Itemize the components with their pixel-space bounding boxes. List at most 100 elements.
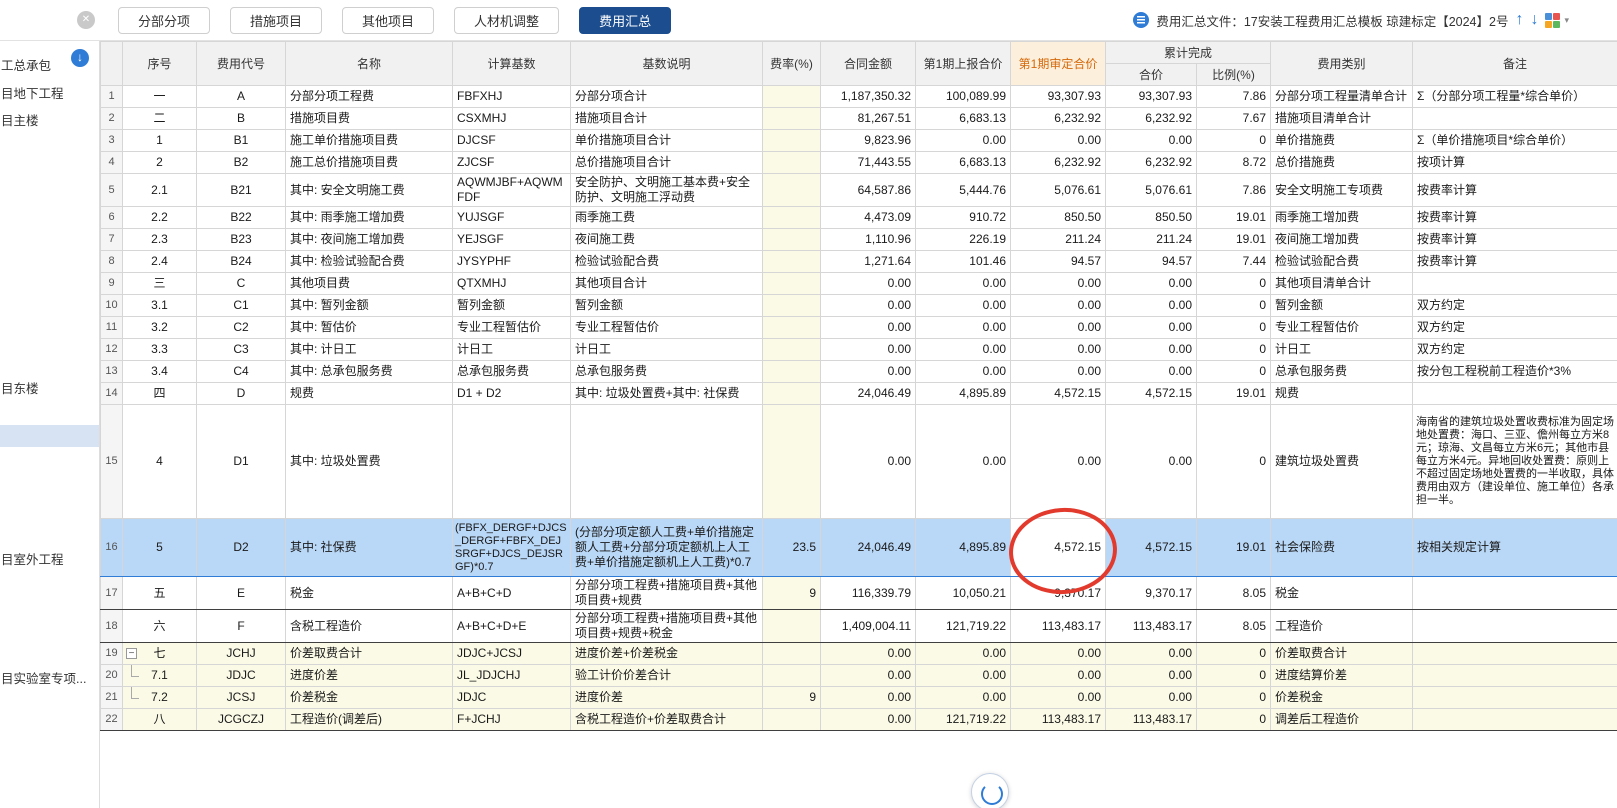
cell-bl[interactable]: 0 [1195,404,1272,519]
cell-bl[interactable]: 0 [1195,360,1272,383]
cell-htje[interactable]: 24,046.49 [820,518,916,577]
cell-jsjs[interactable]: A+B+C+D+E [452,609,571,643]
cell-sb[interactable]: 121,719.22 [915,609,1011,643]
col-header-jishushuoming[interactable]: 基数说明 [570,41,763,86]
cell-htje[interactable]: 1,110.96 [820,228,916,251]
cell-jsjs[interactable]: YUJSGF [452,206,571,229]
cell-bl[interactable]: 0 [1195,272,1272,295]
cell-fl[interactable] [762,228,821,251]
cell-jssm[interactable]: 检验试验配合费 [570,250,763,273]
cell-mc[interactable]: 含税工程造价 [285,609,453,643]
cell-dh[interactable]: C [196,272,286,295]
cell-bl[interactable]: 8.72 [1195,151,1272,174]
cell-num[interactable]: 13 [100,360,123,383]
cell-xh[interactable]: 二 [122,107,197,130]
cell-sb[interactable]: 0.00 [915,404,1011,519]
cell-bz[interactable] [1412,609,1617,643]
cell-sd[interactable]: 4,572.15 [1010,518,1106,577]
floating-button[interactable] [971,773,1009,808]
cell-xh[interactable]: 八 [122,708,197,731]
cell-lb[interactable]: 调差后工程造价 [1270,708,1414,731]
cell-xh[interactable]: 四 [122,382,197,405]
cell-sd[interactable]: 113,483.17 [1010,609,1106,643]
cell-sd[interactable]: 0.00 [1010,294,1106,317]
cell-sb[interactable]: 0.00 [915,316,1011,339]
cell-htje[interactable]: 0.00 [820,294,916,317]
cell-fl[interactable] [762,382,821,405]
cell-htje[interactable]: 9,823.96 [820,129,916,152]
cell-hj[interactable]: 0.00 [1105,686,1197,709]
cell-sd[interactable]: 5,076.61 [1010,173,1106,207]
tab-feiyonghuizong[interactable]: 费用汇总 [579,7,672,34]
tab-cuoshixiangmu[interactable]: 措施项目 [230,7,323,34]
cell-fl[interactable] [762,250,821,273]
cell-jssm[interactable]: 计日工 [570,338,763,361]
cell-bz[interactable]: Σ（单价措施项目*综合单价） [1412,129,1617,152]
cell-sb[interactable]: 0.00 [915,338,1011,361]
cell-dh[interactable]: JDJC [196,664,286,687]
cell-num[interactable]: 1 [100,85,123,108]
cell-bl[interactable]: 7.67 [1195,107,1272,130]
cell-mc[interactable]: 其他项目费 [285,272,453,295]
cell-mc[interactable]: 规费 [285,382,453,405]
cell-sd[interactable]: 0.00 [1010,686,1106,709]
cell-jsjs[interactable]: A+B+C+D [452,576,571,610]
cell-sb[interactable]: 4,895.89 [915,382,1011,405]
cell-htje[interactable]: 1,187,350.32 [820,85,916,108]
col-header-hejia[interactable]: 合价 [1105,63,1197,86]
cell-dh[interactable]: A [196,85,286,108]
cell-fl[interactable]: 9 [762,686,821,709]
cell-dh[interactable]: B [196,107,286,130]
cell-mc[interactable]: 其中: 暂列金额 [285,294,453,317]
cell-dh[interactable]: C4 [196,360,286,383]
cell-htje[interactable]: 0.00 [820,686,916,709]
cell-htje[interactable]: 0.00 [820,272,916,295]
cell-bz[interactable]: 按费率计算 [1412,228,1617,251]
cell-num[interactable]: 11 [100,316,123,339]
arrow-up-icon[interactable]: ↑ [1515,9,1523,31]
cell-fl[interactable] [762,272,821,295]
cell-htje[interactable]: 116,339.79 [820,576,916,610]
cell-bz[interactable]: 按费率计算 [1412,206,1617,229]
cell-mc[interactable]: 其中: 安全文明施工费 [285,173,453,207]
cell-sd[interactable]: 0.00 [1010,338,1106,361]
cell-jssm[interactable]: 专业工程暂估价 [570,316,763,339]
cell-hj[interactable]: 0.00 [1105,338,1197,361]
cell-dh[interactable]: C1 [196,294,286,317]
cell-num[interactable]: 12 [100,338,123,361]
cell-dh[interactable]: B21 [196,173,286,207]
cell-bl[interactable]: 19.01 [1195,228,1272,251]
cell-hj[interactable]: 0.00 [1105,316,1197,339]
cell-num[interactable]: 9 [100,272,123,295]
cell-sd[interactable]: 0.00 [1010,664,1106,687]
cell-jsjs[interactable]: JDJC [452,686,571,709]
cell-hj[interactable]: 9,370.17 [1105,576,1197,610]
cell-lb[interactable]: 规费 [1270,382,1414,405]
cell-hj[interactable]: 0.00 [1105,664,1197,687]
cell-jsjs[interactable]: CSXMHJ [452,107,571,130]
cell-htje[interactable]: 24,046.49 [820,382,916,405]
cell-dh[interactable]: JCHJ [196,642,286,665]
cell-jssm[interactable]: 验工计价价差合计 [570,664,763,687]
cell-bl[interactable]: 0 [1195,129,1272,152]
cell-lb[interactable]: 检验试验配合费 [1270,250,1414,273]
cell-dh[interactable]: D1 [196,404,286,519]
cell-sb[interactable]: 0.00 [915,294,1011,317]
cell-jsjs[interactable]: ZJCSF [452,151,571,174]
cell-htje[interactable]: 1,271.64 [820,250,916,273]
cell-fl[interactable] [762,85,821,108]
chevron-down-icon[interactable]: ▾ [1564,15,1569,26]
cell-sd[interactable]: 211.24 [1010,228,1106,251]
cell-lb[interactable]: 暂列金额 [1270,294,1414,317]
cell-jssm[interactable]: 雨季施工费 [570,206,763,229]
cell-jssm[interactable]: 其他项目合计 [570,272,763,295]
cell-mc[interactable]: 其中: 雨季施工增加费 [285,206,453,229]
cell-htje[interactable]: 0.00 [820,708,916,731]
cell-fl[interactable] [762,404,821,519]
cell-bl[interactable]: 0 [1195,294,1272,317]
cell-xh[interactable]: 2.4 [122,250,197,273]
cell-num[interactable]: 3 [100,129,123,152]
cell-bz[interactable]: 按分包工程税前工程造价*3% [1412,360,1617,383]
cell-htje[interactable]: 0.00 [820,404,916,519]
cell-sd[interactable]: 93,307.93 [1010,85,1106,108]
